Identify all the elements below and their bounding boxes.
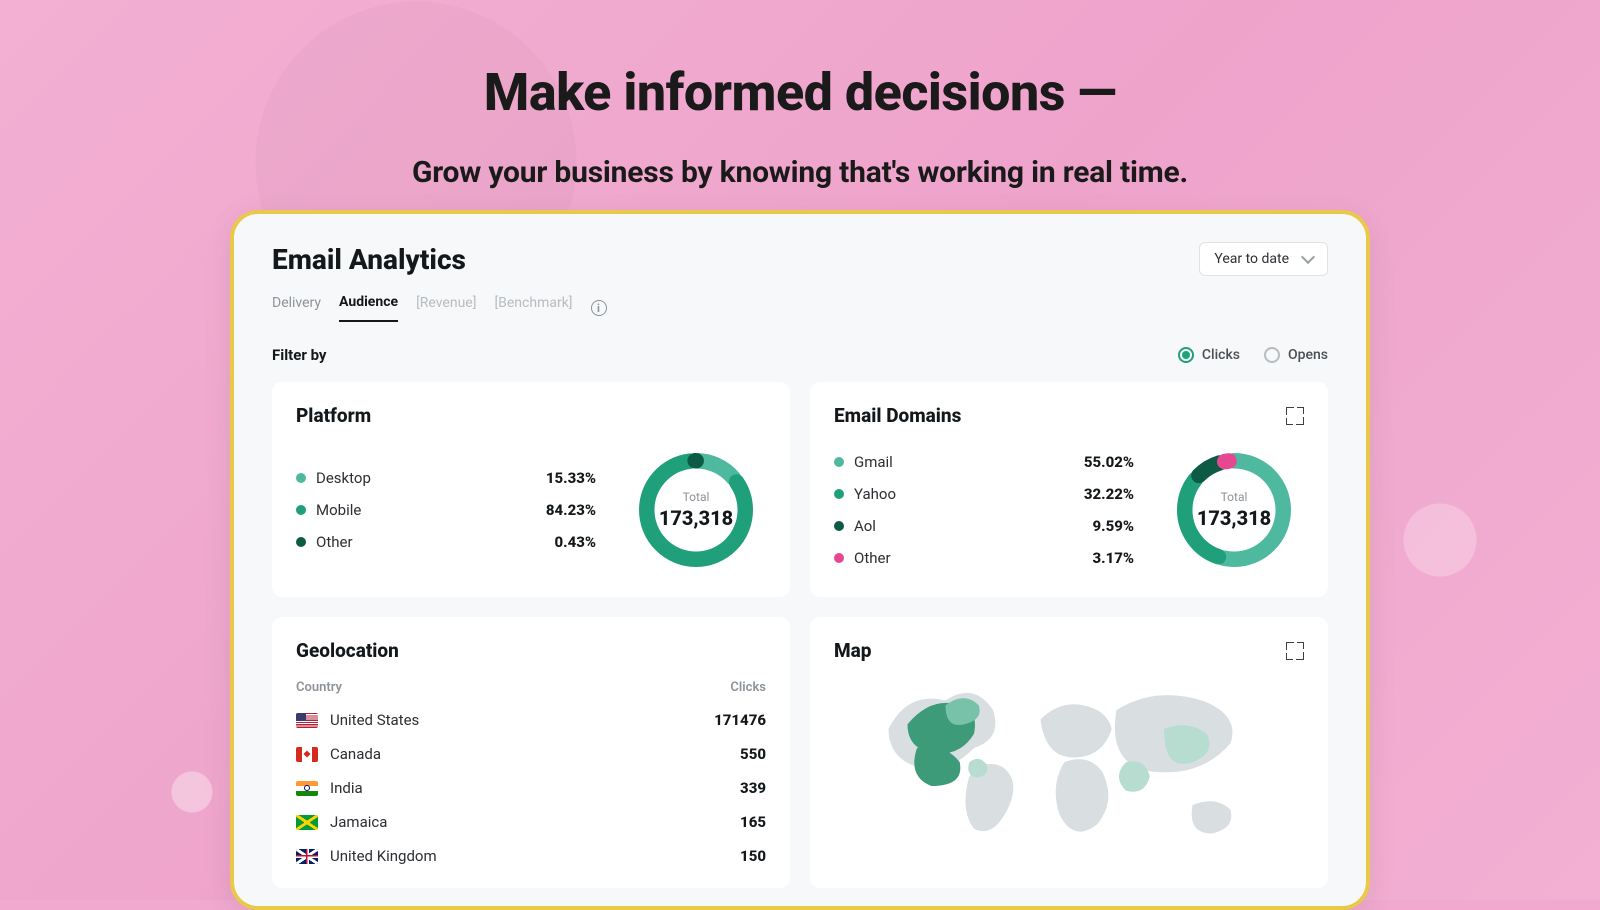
geo-clicks: 339 [740, 779, 766, 797]
app-window: Email Analytics Year to date Delivery Au… [230, 210, 1370, 910]
legend-dot-icon [296, 505, 306, 515]
platform-donut-chart: Total 173,318 [631, 445, 761, 575]
platform-total-value: 173,318 [659, 506, 733, 530]
domains-title: Email Domains [834, 404, 961, 427]
geo-clicks: 550 [740, 745, 766, 763]
geo-clicks: 165 [740, 813, 766, 831]
geolocation-title: Geolocation [296, 639, 766, 662]
geo-country: India [330, 779, 363, 797]
hero-subtitle: Grow your business by knowing that's wor… [0, 155, 1600, 190]
geo-country: Jamaica [330, 813, 387, 831]
world-map [834, 672, 1304, 862]
platform-title: Platform [296, 404, 371, 427]
radio-clicks-label: Clicks [1202, 347, 1240, 363]
flag-icon [296, 815, 318, 830]
map-title: Map [834, 639, 871, 662]
legend-dot-icon [834, 489, 844, 499]
geo-clicks: 150 [740, 847, 766, 865]
domains-card: Email Domains Gmail 55.02% Yahoo 32.22% Aol 9… [810, 382, 1328, 597]
expand-icon[interactable] [1286, 642, 1304, 660]
legend-row: Gmail 55.02% [834, 453, 1134, 471]
legend-row: Mobile 84.23% [296, 501, 596, 519]
radio-opens[interactable]: Opens [1264, 347, 1328, 363]
hero-title: Make informed decisions — [0, 62, 1600, 123]
legend-dot-icon [296, 473, 306, 483]
legend-dot-icon [834, 553, 844, 563]
date-range-select[interactable]: Year to date [1199, 242, 1328, 276]
map-card: Map [810, 617, 1328, 888]
legend-label: Desktop [316, 469, 371, 487]
legend-label: Other [316, 533, 353, 551]
legend-row: Other 0.43% [296, 533, 596, 551]
tab-audience[interactable]: Audience [339, 294, 398, 322]
legend-row: Desktop 15.33% [296, 469, 596, 487]
domains-donut-chart: Total 173,318 [1169, 445, 1299, 575]
legend-value: 9.59% [1092, 517, 1134, 535]
platform-card: Platform Desktop 15.33% Mobile 84.23% Other 0… [272, 382, 790, 597]
geo-clicks: 171476 [714, 711, 766, 729]
geo-row: United States 171476 [296, 711, 766, 729]
geo-row: India 339 [296, 779, 766, 797]
flag-icon [296, 747, 318, 762]
legend-dot-icon [296, 537, 306, 547]
legend-value: 55.02% [1084, 453, 1134, 471]
legend-row: Yahoo 32.22% [834, 485, 1134, 503]
flag-icon [296, 849, 318, 864]
legend-label: Other [854, 549, 891, 567]
geo-header-country: Country [296, 680, 342, 695]
legend-value: 15.33% [546, 469, 596, 487]
flag-icon [296, 713, 318, 728]
legend-row: Other 3.17% [834, 549, 1134, 567]
flag-icon [296, 781, 318, 796]
tabs: Delivery Audience [Revenue] [Benchmark] … [272, 294, 1328, 322]
radio-opens-label: Opens [1288, 347, 1328, 363]
chevron-down-icon [1301, 250, 1315, 264]
radio-clicks[interactable]: Clicks [1178, 347, 1240, 363]
geo-country: Canada [330, 745, 381, 763]
domains-total-label: Total [1221, 490, 1248, 504]
tab-revenue[interactable]: [Revenue] [416, 295, 476, 321]
geolocation-card: Geolocation Country Clicks United States… [272, 617, 790, 888]
tab-benchmark[interactable]: [Benchmark] [494, 295, 572, 321]
legend-value: 0.43% [554, 533, 596, 551]
geo-header-clicks: Clicks [730, 680, 766, 695]
geo-row: Jamaica 165 [296, 813, 766, 831]
geo-row: United Kingdom 150 [296, 847, 766, 865]
filter-by-label: Filter by [272, 346, 326, 364]
geo-row: Canada 550 [296, 745, 766, 763]
legend-label: Aol [854, 517, 876, 535]
page-title: Email Analytics [272, 243, 466, 276]
expand-icon[interactable] [1286, 407, 1304, 425]
geo-country: United Kingdom [330, 847, 437, 865]
legend-dot-icon [834, 457, 844, 467]
date-range-label: Year to date [1214, 251, 1289, 267]
legend-value: 84.23% [546, 501, 596, 519]
legend-dot-icon [834, 521, 844, 531]
tab-delivery[interactable]: Delivery [272, 295, 321, 321]
legend-label: Mobile [316, 501, 361, 519]
legend-label: Gmail [854, 453, 893, 471]
geo-country: United States [330, 711, 419, 729]
legend-row: Aol 9.59% [834, 517, 1134, 535]
legend-value: 3.17% [1092, 549, 1134, 567]
platform-total-label: Total [683, 490, 710, 504]
legend-value: 32.22% [1084, 485, 1134, 503]
info-icon[interactable]: i [591, 300, 607, 316]
legend-label: Yahoo [854, 485, 896, 503]
domains-total-value: 173,318 [1197, 506, 1271, 530]
